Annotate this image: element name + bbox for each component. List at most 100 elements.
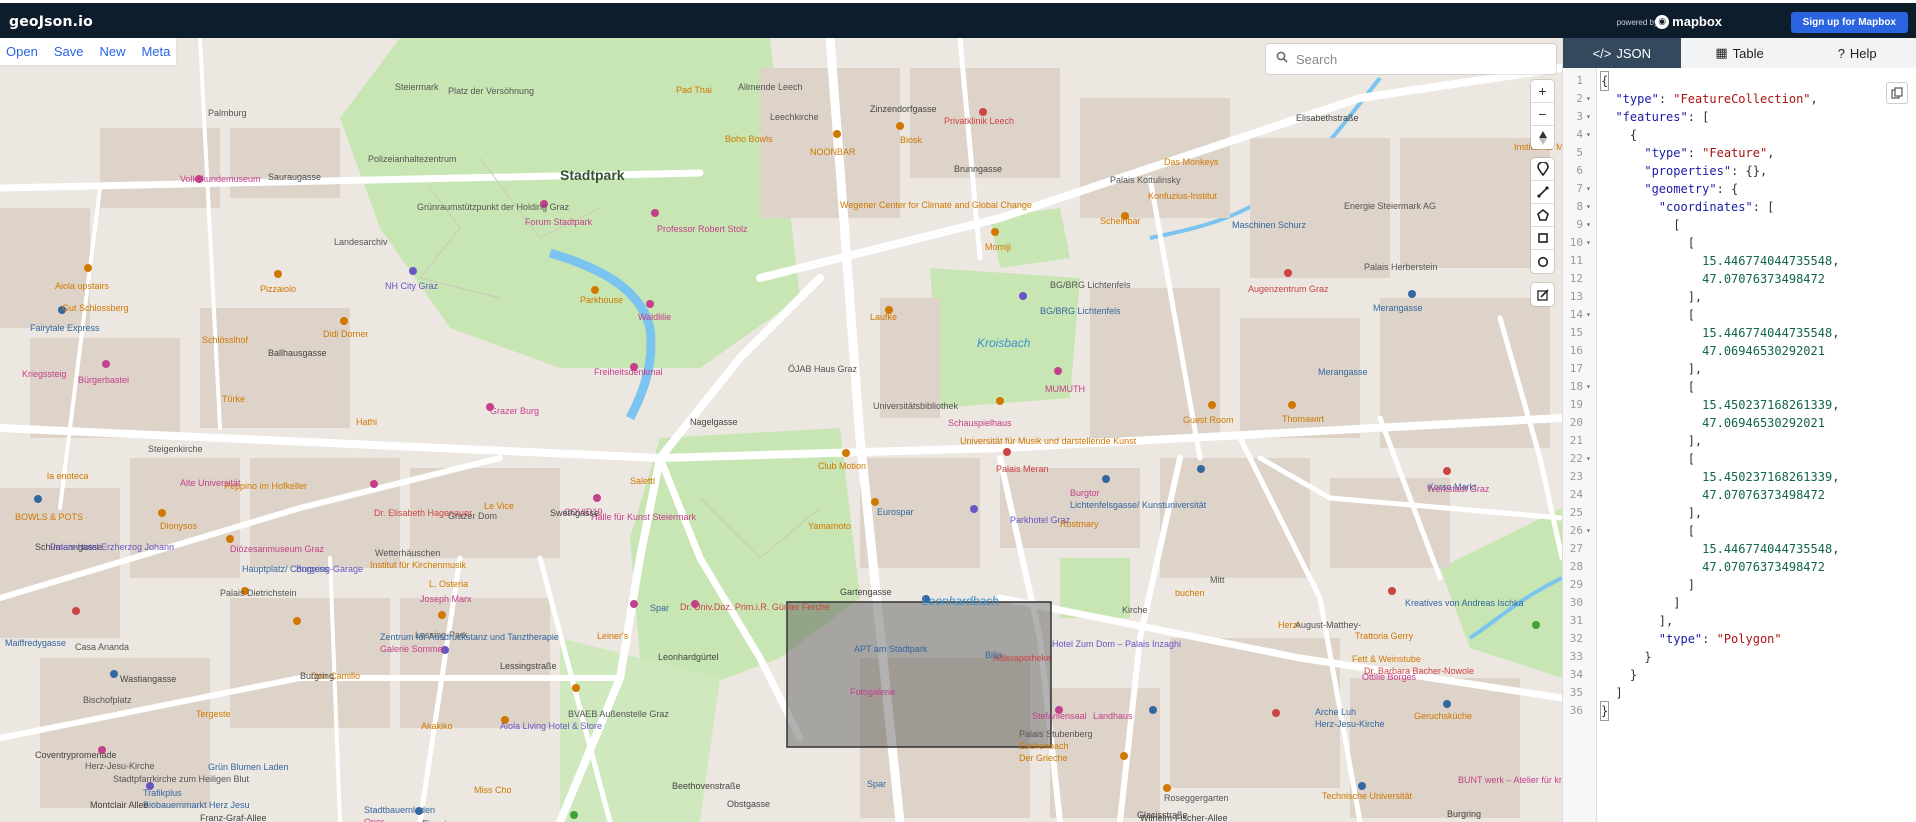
code-line: "features": [ (1615, 110, 1710, 124)
code-line: ] (1601, 686, 1623, 700)
mapbox-logo[interactable]: ◉ mapbox (1655, 14, 1722, 29)
fold-toggle-icon[interactable]: ▾ (1586, 234, 1591, 252)
map-label: BUNT werk – Atelier für kreative Begegnu… (1458, 775, 1562, 785)
fold-toggle-icon[interactable]: ▾ (1586, 306, 1591, 324)
map-label: Casa Ananda (75, 642, 129, 652)
search-box[interactable] (1266, 44, 1556, 74)
json-editor[interactable]: 1{2 ▾ "type": "FeatureCollection", 3 ▾ "fea… (1563, 68, 1916, 822)
map-label: Palais Kottulinsky (1110, 175, 1181, 185)
map-label: Merangasse (1373, 303, 1423, 313)
tab-help[interactable]: ? Help (1798, 38, 1916, 68)
draw-marker-button[interactable] (1531, 158, 1554, 181)
map-label: Energie Steiermark AG (1344, 201, 1436, 211)
line-number: 33 (1569, 650, 1583, 663)
map-canvas[interactable]: Steiermark Platz der Versöhnung Pad Thai Al… (0, 38, 1562, 822)
line-number: 20 (1569, 416, 1583, 429)
map-label: Grazer Dom (448, 511, 497, 521)
fold-toggle-icon[interactable]: ▾ (1586, 216, 1591, 234)
line-number: 9 (1576, 218, 1583, 231)
map-label: Alte Universität (180, 478, 241, 488)
map-label: Salettl (630, 476, 655, 486)
tab-json[interactable]: </> JSON (1563, 38, 1681, 68)
map-label: la enoteca (47, 471, 89, 481)
map-label: Bischofplatz (83, 695, 132, 705)
code-line: ], (1601, 434, 1703, 448)
map-label: August-Matthey- (1295, 620, 1361, 630)
map-label: Hathi (356, 417, 377, 427)
fold-toggle-icon[interactable]: ▾ (1586, 126, 1591, 144)
tab-table[interactable]: ▦ Table (1681, 38, 1799, 68)
fold-toggle-icon[interactable]: ▾ (1586, 108, 1591, 126)
map-label: Grünraumstützpunkt der Holding Graz (417, 202, 570, 212)
menu-open[interactable]: Open (6, 44, 38, 59)
menu-save[interactable]: Save (54, 44, 84, 59)
mapbox-label: mapbox (1672, 14, 1722, 29)
fold-toggle-icon[interactable]: ▾ (1586, 378, 1591, 396)
app-logo[interactable]: geoJson.io (9, 14, 93, 30)
map-label: Steiermark (395, 82, 439, 92)
fold-toggle-icon[interactable]: ▾ (1586, 198, 1591, 216)
compass-icon (1538, 130, 1547, 145)
code-line: "properties": {}, (1644, 164, 1768, 178)
tab-help-label: Help (1849, 45, 1877, 61)
menu-new[interactable]: New (99, 44, 125, 59)
map-label: NOONBAR (810, 147, 856, 157)
line-number: 12 (1569, 272, 1583, 285)
marker-icon (1536, 162, 1549, 176)
map-label: Kirche (1122, 605, 1148, 615)
map-label: Waldlilie (638, 312, 671, 322)
zoom-in-button[interactable]: + (1531, 80, 1554, 103)
line-number: 2 (1576, 92, 1583, 105)
code-line: [ (1601, 452, 1695, 466)
tab-table-label: Table (1732, 45, 1764, 61)
draw-line-button[interactable] (1531, 181, 1554, 204)
map-label: Konfuzius-Institut (1148, 191, 1218, 201)
line-number: 31 (1569, 614, 1583, 627)
fold-toggle-icon[interactable]: ▾ (1586, 450, 1591, 468)
map-label: Joseph Marx (420, 594, 472, 604)
map-label: Aiola Living Hotel & Store (500, 721, 602, 731)
map-label: Polizeianhaltezentrum (368, 154, 457, 164)
search-input[interactable] (1296, 51, 1536, 67)
map-label: Volkskundemuseum (180, 174, 261, 184)
fold-toggle-icon[interactable]: ▾ (1586, 180, 1591, 198)
map-label: Coventrypromenade (35, 750, 117, 760)
map-label: Kroisbach (977, 336, 1031, 350)
map-label: Platz der Versöhnung (448, 86, 534, 96)
draw-polygon-button[interactable] (1531, 204, 1554, 227)
map-label: Professor Robert Stolz (657, 224, 748, 234)
copy-button[interactable] (1886, 82, 1908, 104)
map-label: Oper (364, 817, 384, 822)
draw-rectangle-button[interactable] (1531, 227, 1554, 250)
map-label: Burgring-Garage (296, 564, 363, 574)
map-label: Gartengasse (840, 587, 892, 597)
map-label: Sauraugasse (268, 172, 321, 182)
line-number: 3 (1576, 110, 1583, 123)
map-tiles: Steiermark Platz der Versöhnung Pad Thai Al… (0, 38, 1562, 822)
rectangle-icon (1537, 233, 1548, 243)
map-label: Zinzendorfgasse (870, 104, 937, 114)
map-label: Landesarchiv (334, 237, 388, 247)
signup-button[interactable]: Sign up for Mapbox (1790, 12, 1908, 33)
map-label: Fotogalerie (850, 687, 895, 697)
code-line: "coordinates": [ (1658, 200, 1775, 214)
line-number: 28 (1569, 560, 1583, 573)
compass-button[interactable] (1531, 126, 1554, 149)
map-label: Werkstadt Graz (1427, 484, 1490, 494)
map-label: Burgtor (1070, 488, 1100, 498)
map-label: Pad Thai (676, 85, 712, 95)
fold-toggle-icon[interactable]: ▾ (1586, 522, 1591, 540)
map-label: Palais Meran (996, 464, 1049, 474)
map-label: Universität für Musik und darstellende K… (960, 436, 1137, 446)
code-line: 47.07076373498472 (1702, 560, 1825, 574)
map-label: APT am Stadtpark (854, 644, 928, 654)
edit-features-button[interactable] (1531, 283, 1554, 306)
line-number: 4 (1576, 128, 1583, 141)
draw-circle-button[interactable] (1531, 250, 1554, 273)
fold-toggle-icon[interactable]: ▾ (1586, 90, 1591, 108)
zoom-out-button[interactable]: − (1531, 103, 1554, 126)
menu-meta[interactable]: Meta (141, 44, 170, 59)
map-label: Montclair Allee (90, 800, 149, 810)
map-label: Fairytale Express (30, 323, 100, 333)
map-label: Nagelgasse (690, 417, 738, 427)
